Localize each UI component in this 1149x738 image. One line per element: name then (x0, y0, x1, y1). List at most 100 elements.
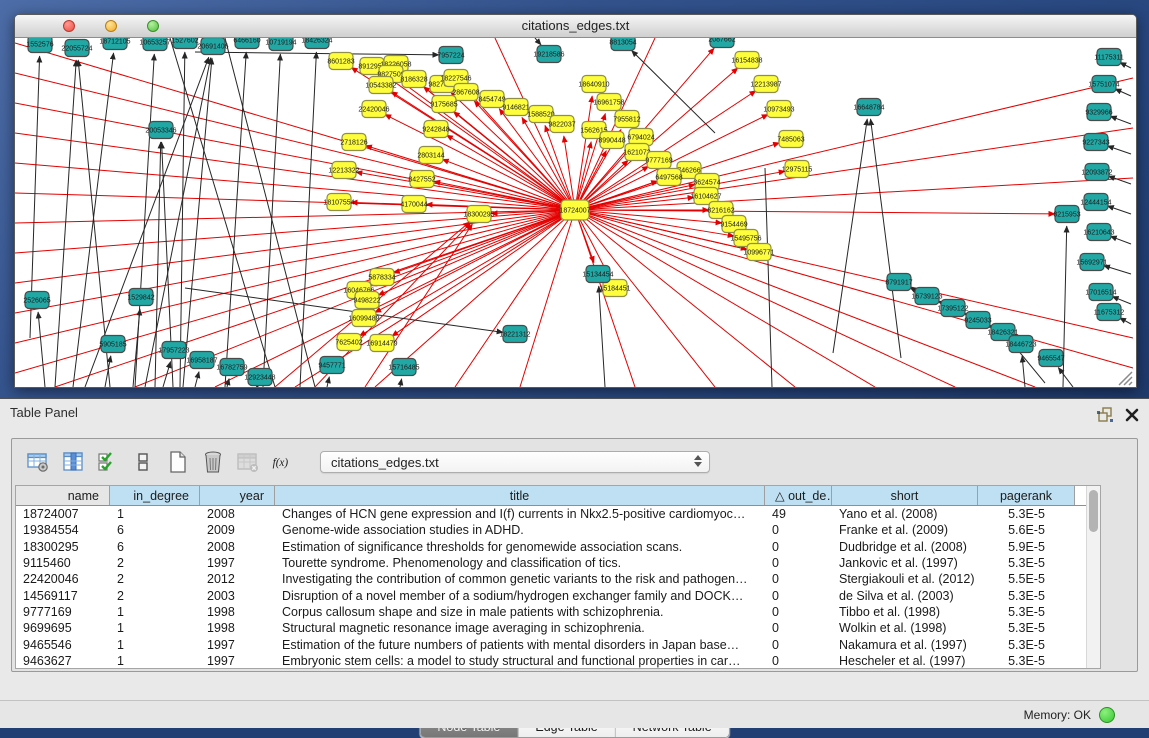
graph-node[interactable]: 16961758 (593, 94, 624, 111)
graph-node[interactable]: 12923448 (244, 369, 275, 386)
graph-node[interactable]: 10543382 (365, 77, 396, 94)
graph-node[interactable]: 15134454 (582, 266, 613, 283)
table-row[interactable]: 1830029562008Estimation of significance … (16, 539, 1100, 555)
graph-node[interactable]: 18724007 (559, 200, 590, 220)
graph-node[interactable]: 9242848 (422, 121, 449, 138)
column-header-short[interactable]: short (832, 486, 978, 505)
graph-node[interactable]: 16099489 (348, 310, 379, 327)
network-canvas[interactable]: 1872400718300295860128389129541822605898… (15, 38, 1134, 387)
graph-node[interactable]: 9822037 (548, 116, 575, 133)
graph-node[interactable]: 8186328 (400, 71, 427, 88)
graph-node[interactable]: 16154838 (731, 52, 762, 69)
new-document-icon[interactable] (166, 450, 190, 474)
graph-node[interactable]: 2867608 (452, 84, 479, 101)
graph-node[interactable]: 11175311 (1094, 49, 1124, 66)
graph-node[interactable]: 9245033 (964, 312, 991, 329)
graph-node[interactable]: 5878334 (368, 269, 395, 286)
graph-node[interactable]: 9457771 (318, 357, 345, 374)
graph-node[interactable]: 17016514 (1085, 284, 1116, 301)
graph-node[interactable]: 7955812 (613, 111, 640, 128)
graph-node[interactable]: 8601283 (327, 53, 354, 70)
graph-node[interactable]: 8990448 (598, 132, 625, 149)
graph-node[interactable]: 1527602 (171, 38, 198, 49)
graph-node[interactable]: 10653257 (139, 38, 170, 51)
row-validate-icon[interactable] (96, 450, 120, 474)
graph-node[interactable]: 19218586 (533, 46, 564, 63)
graph-node[interactable]: 8427552 (408, 171, 435, 188)
graph-node[interactable]: 18426324 (301, 38, 332, 49)
graph-node[interactable]: 18300295 (463, 206, 494, 223)
table-row[interactable]: 977716911998Corpus callosum shape and si… (16, 604, 1100, 620)
graph-node[interactable]: 12093872 (1081, 164, 1112, 181)
graph-node[interactable]: 18107554 (323, 194, 354, 211)
graph-node[interactable]: 12213987 (750, 76, 781, 93)
graph-node[interactable]: 12444154 (1080, 194, 1111, 211)
graph-node[interactable]: 9227343 (1082, 134, 1109, 151)
graph-node[interactable]: 1529842 (127, 289, 154, 306)
table-settings-icon[interactable] (26, 450, 50, 474)
graph-node[interactable]: 9329966 (1085, 104, 1112, 121)
graph-node[interactable]: 16648784 (853, 99, 884, 116)
table-vertical-scrollbar[interactable] (1086, 486, 1100, 668)
table-row[interactable]: 946362711997Embryonic stem cells: a mode… (16, 653, 1100, 669)
table-row[interactable]: 2242004622012Investigating the contribut… (16, 571, 1100, 587)
graph-node[interactable]: 2803144 (417, 147, 444, 164)
table-row[interactable]: 969969511998Structural magnetic resonanc… (16, 620, 1100, 636)
graph-node[interactable]: 4170044 (400, 196, 427, 213)
table-row[interactable]: 1456911722003Disruption of a novel membe… (16, 587, 1100, 603)
column-header-out_de[interactable]: △ out_de… (765, 486, 832, 505)
graph-node[interactable]: 16739123 (911, 288, 942, 305)
graph-node[interactable]: 8791917 (885, 274, 912, 291)
graph-node[interactable]: 9465547 (1037, 350, 1064, 367)
graph-node[interactable]: 20053346 (145, 122, 176, 139)
graph-node[interactable]: 1552576 (26, 38, 53, 53)
graph-node[interactable]: 6497568 (655, 169, 682, 186)
graph-node[interactable]: 16210643 (1083, 224, 1114, 241)
graph-node[interactable]: 12975115 (782, 161, 813, 178)
table-row[interactable]: 1938455462009Genome-wide association stu… (16, 522, 1100, 538)
graph-node[interactable]: 20691406 (197, 38, 228, 55)
function-builder-icon[interactable]: f(x) (271, 450, 295, 474)
graph-node[interactable]: 8813054 (609, 38, 636, 51)
delete-trash-icon[interactable] (201, 450, 225, 474)
show-columns-icon[interactable] (61, 450, 85, 474)
table-row[interactable]: 911546021997Tourette syndrome. Phenomeno… (16, 555, 1100, 571)
graph-node[interactable]: 7957224 (437, 47, 464, 64)
graph-node[interactable]: 11675312 (1094, 304, 1125, 321)
graph-node[interactable]: 10719194 (265, 38, 296, 51)
graph-node[interactable]: 5905185 (99, 336, 126, 353)
graph-node[interactable]: 9498222 (353, 292, 380, 309)
graph-node[interactable]: 9146821 (502, 99, 529, 116)
column-header-name[interactable]: name (16, 486, 110, 505)
rows-icon[interactable] (131, 450, 155, 474)
graph-node[interactable]: 18640910 (578, 76, 609, 93)
graph-node[interactable]: 7625402 (335, 334, 362, 351)
table-selector-dropdown[interactable]: citations_edges.txt (320, 451, 710, 473)
graph-node[interactable]: 6466160 (233, 38, 260, 49)
graph-node[interactable]: 18446723 (1005, 336, 1036, 353)
column-header-pagerank[interactable]: pagerank (978, 486, 1075, 505)
graph-node[interactable]: 18221312 (499, 326, 530, 343)
column-header-year[interactable]: year (200, 486, 275, 505)
graph-node[interactable]: 10996771 (743, 244, 774, 261)
graph-node[interactable]: 2087662 (708, 38, 735, 48)
graph-node[interactable]: 16782759 (216, 359, 247, 376)
resize-grip[interactable] (1119, 372, 1132, 385)
graph-node[interactable]: 2526065 (23, 292, 50, 309)
graph-node[interactable]: 15692971 (1076, 254, 1107, 271)
graph-node[interactable]: 22055724 (61, 40, 92, 57)
table-row[interactable]: 946554611997Estimation of the future num… (16, 636, 1100, 652)
graph-node[interactable]: 16958187 (186, 352, 217, 369)
graph-node[interactable]: 9777169 (645, 152, 672, 169)
graph-node[interactable]: 8215953 (1053, 206, 1080, 223)
network-window-titlebar[interactable]: citations_edges.txt (15, 15, 1136, 38)
graph-node[interactable]: 16914479 (366, 335, 397, 352)
scrollbar-thumb[interactable] (1089, 490, 1098, 532)
graph-node[interactable]: 15751074 (1088, 76, 1119, 93)
column-header-in_degree[interactable]: in_degree (110, 486, 200, 505)
column-header-title[interactable]: title (275, 486, 765, 505)
graph-node[interactable]: 22420046 (358, 101, 389, 118)
table-row[interactable]: 1872400712008Changes of HCN gene express… (16, 506, 1100, 522)
graph-node[interactable]: 18712105 (99, 38, 130, 50)
float-panel-icon[interactable] (1097, 407, 1113, 422)
